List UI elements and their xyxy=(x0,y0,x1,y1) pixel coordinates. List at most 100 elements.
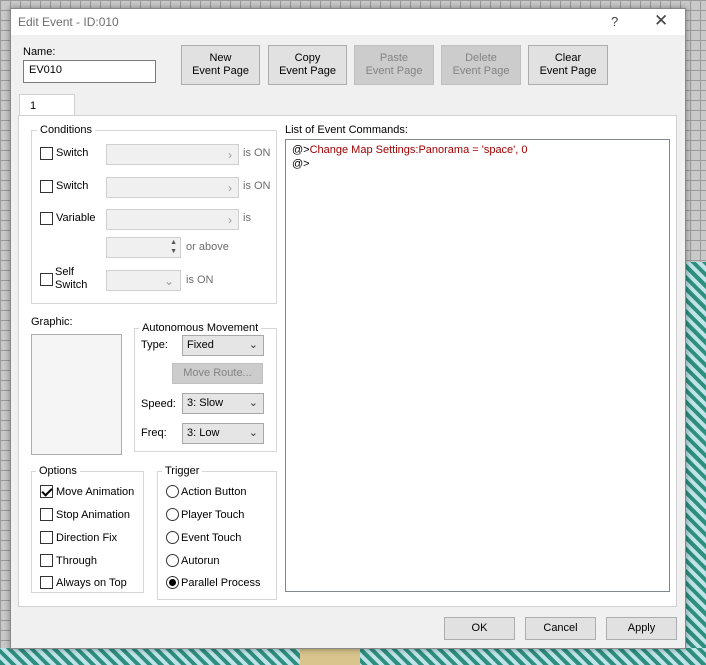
cancel-button[interactable]: Cancel xyxy=(525,617,596,640)
or-above-label: or above xyxy=(186,241,229,253)
delete-event-page-button[interactable]: Delete Event Page xyxy=(441,45,521,85)
new-button-line1: New xyxy=(209,52,232,64)
help-icon[interactable]: ? xyxy=(611,14,618,29)
action-button-radio[interactable] xyxy=(166,485,179,498)
variable-value-stepper[interactable]: ▲ ▼ xyxy=(106,237,181,258)
speed-value: 3: Slow xyxy=(187,397,224,409)
self-switch-label-line2: Switch xyxy=(55,279,88,291)
clear-button-line2: Event Page xyxy=(539,65,597,77)
always-on-top-label: Always on Top xyxy=(56,577,127,589)
title-bar: Edit Event - ID:010 ? ✕ xyxy=(11,9,685,35)
clear-event-page-button[interactable]: Clear Event Page xyxy=(528,45,608,85)
variable-label: Variable xyxy=(56,212,96,224)
parallel-process-label: Parallel Process xyxy=(181,577,261,589)
trigger-title: Trigger xyxy=(162,465,203,477)
self-switch-select[interactable]: ⌄ xyxy=(106,270,181,291)
self-switch-label: Self Switch xyxy=(55,266,87,292)
player-touch-radio[interactable] xyxy=(166,508,179,521)
switch1-checkbox[interactable] xyxy=(40,147,53,160)
type-select[interactable]: Fixed ⌄ xyxy=(182,335,264,356)
copy-event-page-button[interactable]: Copy Event Page xyxy=(268,45,347,85)
chevron-right-icon: › xyxy=(228,148,232,162)
autorun-label: Autorun xyxy=(181,555,220,567)
clear-button-line1: Clear xyxy=(554,52,582,64)
parallel-process-radio[interactable] xyxy=(166,576,179,589)
switch2-checkbox[interactable] xyxy=(40,180,53,193)
chevron-right-icon: › xyxy=(228,213,232,227)
command-line[interactable]: @>Change Map Settings:Panorama = 'space'… xyxy=(292,144,528,156)
switch1-label: Switch xyxy=(56,147,89,159)
type-value: Fixed xyxy=(187,339,214,351)
command-text: Change Map Settings:Panorama = 'space', … xyxy=(309,144,528,156)
move-animation-label: Move Animation xyxy=(56,486,135,498)
direction-fix-checkbox[interactable] xyxy=(40,531,53,544)
map-tiles-right xyxy=(686,262,706,665)
name-field[interactable]: EV010 xyxy=(23,60,156,83)
switch2-select[interactable]: › xyxy=(106,177,239,198)
action-button-label: Action Button xyxy=(181,486,247,498)
move-animation-checkbox[interactable] xyxy=(40,485,53,498)
freq-label: Freq: xyxy=(141,427,167,439)
switch2-label: Switch xyxy=(56,180,89,192)
variable-suffix: is xyxy=(243,212,251,224)
event-commands-title: List of Event Commands: xyxy=(285,124,408,136)
command-line[interactable]: @> xyxy=(292,158,310,170)
self-switch-suffix: is ON xyxy=(186,274,214,286)
speed-select[interactable]: 3: Slow ⌄ xyxy=(182,393,264,414)
chevron-right-icon: › xyxy=(228,181,232,195)
map-sand-tile xyxy=(300,648,360,665)
ok-button[interactable]: OK xyxy=(444,617,515,640)
autorun-radio[interactable] xyxy=(166,554,179,567)
graphic-label: Graphic: xyxy=(31,316,73,328)
stop-animation-checkbox[interactable] xyxy=(40,508,53,521)
delete-button-line1: Delete xyxy=(465,52,497,64)
apply-button[interactable]: Apply xyxy=(606,617,677,640)
through-checkbox[interactable] xyxy=(40,554,53,567)
always-on-top-checkbox[interactable] xyxy=(40,576,53,589)
chevron-down-icon: ⌄ xyxy=(248,427,258,439)
variable-select[interactable]: › xyxy=(106,209,239,230)
self-switch-checkbox[interactable] xyxy=(40,273,53,286)
self-switch-label-line1: Self xyxy=(55,266,74,278)
switch1-suffix: is ON xyxy=(243,147,271,159)
command-prefix: @> xyxy=(292,158,310,170)
autonomous-movement-title: Autonomous Movement xyxy=(139,322,262,334)
graphic-preview[interactable] xyxy=(31,334,122,455)
switch2-suffix: is ON xyxy=(243,180,271,192)
options-title: Options xyxy=(36,465,80,477)
window-title: Edit Event - ID:010 xyxy=(18,15,119,29)
edit-event-dialog: Edit Event - ID:010 ? ✕ Name: EV010 New E… xyxy=(10,8,686,649)
player-touch-label: Player Touch xyxy=(181,509,245,521)
stop-animation-label: Stop Animation xyxy=(56,509,130,521)
switch1-select[interactable]: › xyxy=(106,144,239,165)
chevron-down-icon: ⌄ xyxy=(248,397,258,409)
tab-page-1[interactable]: 1 xyxy=(19,94,75,116)
event-touch-label: Event Touch xyxy=(181,532,242,544)
command-prefix: @> xyxy=(292,144,310,156)
speed-label: Speed: xyxy=(141,398,176,410)
chevron-down-icon: ⌄ xyxy=(163,274,174,288)
move-route-button[interactable]: Move Route... xyxy=(172,363,263,384)
direction-fix-label: Direction Fix xyxy=(56,532,118,544)
close-icon[interactable]: ✕ xyxy=(654,11,668,31)
copy-button-line2: Event Page xyxy=(279,65,336,77)
copy-button-line1: Copy xyxy=(294,52,321,64)
name-label: Name: xyxy=(23,46,56,58)
freq-value: 3: Low xyxy=(187,427,220,439)
event-touch-radio[interactable] xyxy=(166,531,179,544)
paste-button-line1: Paste xyxy=(379,52,409,64)
type-label: Type: xyxy=(141,339,168,351)
paste-button-line2: Event Page xyxy=(365,65,423,77)
through-label: Through xyxy=(56,555,97,567)
conditions-title: Conditions xyxy=(37,124,95,136)
event-commands-list[interactable]: @>Change Map Settings:Panorama = 'space'… xyxy=(285,139,670,592)
paste-event-page-button[interactable]: Paste Event Page xyxy=(354,45,434,85)
delete-button-line2: Event Page xyxy=(452,65,510,77)
chevron-down-icon: ⌄ xyxy=(248,339,258,351)
freq-select[interactable]: 3: Low ⌄ xyxy=(182,423,264,444)
new-event-page-button[interactable]: New Event Page xyxy=(181,45,260,85)
new-button-line2: Event Page xyxy=(192,65,249,77)
spin-arrows-icon: ▲ ▼ xyxy=(170,239,177,255)
variable-checkbox[interactable] xyxy=(40,212,53,225)
event-page-panel: Conditions Switch › is ON Switch › is ON… xyxy=(18,115,677,607)
